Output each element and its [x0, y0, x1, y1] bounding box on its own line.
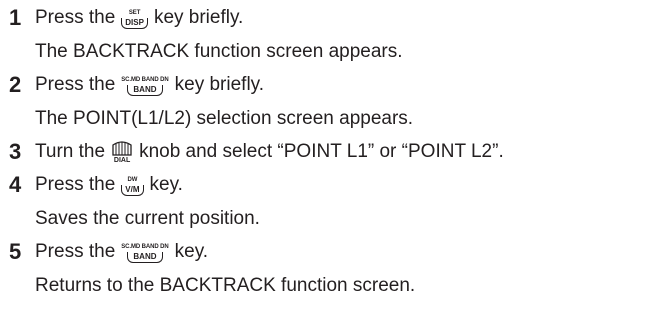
step-result: Saves the current position. [35, 208, 260, 229]
step-5: 5 Press the SC.MD BAND DN BAND key. Retu… [9, 238, 645, 300]
disp-key-icon: SET DISP [121, 10, 148, 29]
band-key-icon: SC.MD BAND DN BAND [121, 77, 169, 96]
step-number: 3 [9, 139, 22, 164]
step-2: 2 Press the SC.MD BAND DN BAND key brief… [9, 71, 645, 133]
step-number: 1 [9, 5, 22, 30]
step-1: 1 Press the SET DISP key briefly. The BA… [9, 4, 645, 66]
step-result: The BACKTRACK function screen appears. [35, 41, 403, 62]
step-text-after: key briefly. [153, 7, 244, 28]
step-text-after: key. [149, 174, 183, 195]
step-number: 5 [9, 239, 22, 264]
key-label: V/M [121, 185, 144, 196]
key-caption: SC.MD BAND DN [121, 244, 169, 250]
key-caption: SET [128, 10, 141, 16]
step-4: 4 Press the DW V/M key. Saves the curren… [9, 171, 645, 233]
step-text-before: Press the [35, 174, 116, 195]
step-text-after: key briefly. [174, 74, 265, 95]
step-result: Returns to the BACKTRACK function screen… [35, 275, 416, 296]
key-caption: SC.MD BAND DN [121, 77, 169, 83]
dial-knob-icon: DIAL [111, 140, 133, 164]
vm-key-icon: DW V/M [121, 177, 144, 196]
step-text-after: key. [174, 241, 209, 262]
band-key-icon: SC.MD BAND DN BAND [121, 244, 169, 263]
step-text-after: knob and select “POINT L1” or “POINT L2”… [139, 141, 504, 162]
step-number: 4 [9, 172, 22, 197]
key-label: DIAL [113, 157, 131, 164]
step-result: The POINT(L1/L2) selection screen appear… [35, 108, 414, 129]
step-text-before: Press the [35, 241, 116, 262]
key-label: BAND [127, 85, 163, 96]
key-caption: DW [127, 177, 138, 183]
instruction-steps: 1 Press the SET DISP key briefly. The BA… [9, 4, 645, 300]
step-text-before: Press the [35, 7, 116, 28]
step-3: 3 Turn the DIAL knob and select “POINT L… [9, 138, 645, 166]
key-label: DISP [121, 18, 148, 29]
key-label: BAND [127, 252, 163, 263]
knob-ridges-icon [112, 141, 132, 156]
step-text-before: Turn the [35, 141, 106, 162]
step-text-before: Press the [35, 74, 116, 95]
step-number: 2 [9, 72, 22, 97]
